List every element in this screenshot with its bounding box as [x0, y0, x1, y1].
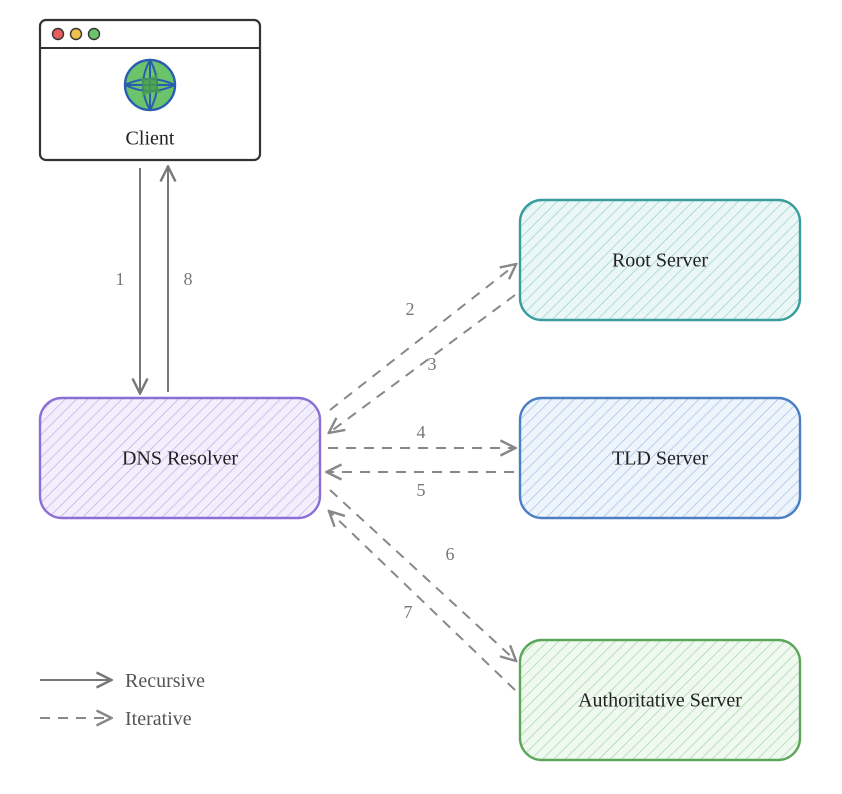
edge-6-label: 6	[446, 544, 455, 564]
edge-4-label: 4	[417, 422, 426, 442]
tld-server-label: TLD Server	[612, 448, 708, 470]
edge-1-label: 1	[116, 269, 125, 289]
auth-server-label: Authoritative Server	[578, 690, 742, 712]
client-label: Client	[126, 128, 175, 150]
edge-3	[330, 295, 515, 432]
client-node: Client	[40, 20, 260, 160]
legend: Recursive Iterative	[40, 670, 205, 730]
root-server-label: Root Server	[612, 250, 708, 272]
legend-recursive-label: Recursive	[125, 670, 205, 692]
edge-7	[330, 512, 515, 690]
resolver-node: DNS Resolver	[40, 398, 320, 518]
globe-icon	[125, 60, 175, 110]
edge-6	[330, 490, 515, 660]
tld-server-node: TLD Server	[520, 398, 800, 518]
root-server-node: Root Server	[520, 200, 800, 320]
diagram-canvas: Client DNS Resolver Root Server TLD Serv…	[0, 0, 842, 794]
auth-server-node: Authoritative Server	[520, 640, 800, 760]
edge-3-label: 3	[428, 354, 437, 374]
edge-8-label: 8	[184, 269, 193, 289]
edge-7-label: 7	[404, 602, 413, 622]
edge-5-label: 5	[417, 480, 426, 500]
legend-iterative-label: Iterative	[125, 708, 192, 730]
edge-2	[330, 265, 515, 410]
edge-2-label: 2	[406, 299, 415, 319]
resolver-label: DNS Resolver	[122, 448, 238, 470]
